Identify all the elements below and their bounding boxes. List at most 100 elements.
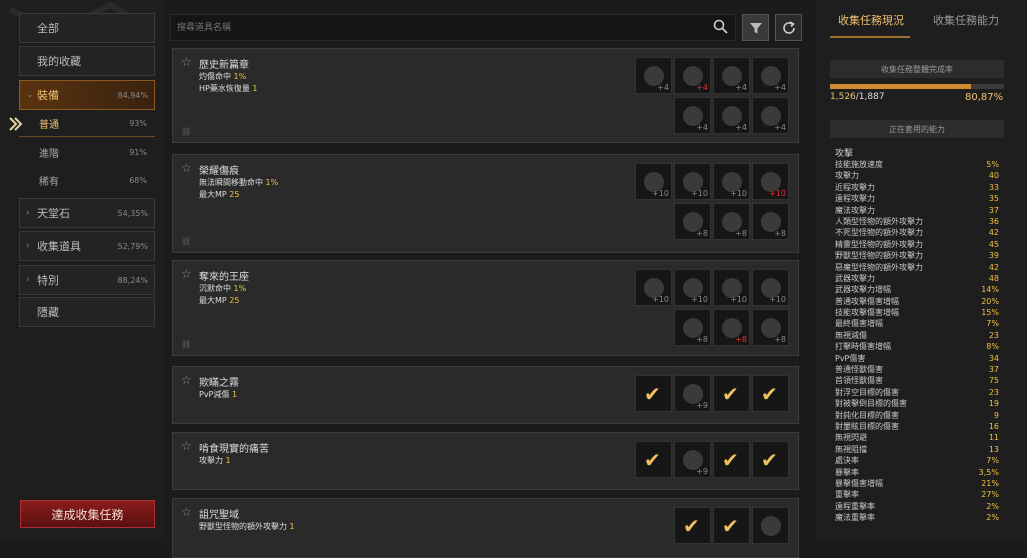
item-slot[interactable]: +4 [752,97,789,134]
item-slot[interactable]: +8 [713,203,750,240]
item-slot[interactable]: +4 [752,57,789,94]
favorite-star-icon[interactable]: ☆ [181,161,192,175]
enhance-level: +10 [769,189,786,198]
item-slot[interactable]: +10 [752,269,789,306]
card-title: 欺瞞之霧 [199,378,239,389]
search-input[interactable] [170,14,736,41]
item-slot[interactable] [752,507,789,544]
collected-slot[interactable]: ✔ [635,375,672,412]
category-collection-items[interactable]: › 收集道具 52,79% [19,231,155,261]
stat-row: 遠程重擊率 2% [835,501,999,512]
link-icon: ⛓ [181,340,192,349]
effect-name: 攻擊力 [199,456,223,465]
enhance-level: +8 [735,229,747,238]
effect-value: 1 [289,522,295,531]
category-heaven-stone[interactable]: › 天堂石 54,35% [19,198,155,228]
collection-card[interactable]: ☆ 啃食現實的痛苦 攻擊力 1 ✔ +9 ✔ ✔ [172,432,799,490]
item-slot[interactable]: +10 [674,269,711,306]
item-slot[interactable]: +10 [713,163,750,200]
stat-value: 39 [988,251,999,261]
stat-value: 11 [988,433,999,443]
favorite-star-icon[interactable]: ☆ [181,267,192,281]
category-equipment[interactable]: ⌄ 裝備 84,94% [19,80,155,110]
collection-card[interactable]: ☆ 欺瞞之霧 PvP減傷 1 ✔ +9 ✔ ✔ [172,366,799,424]
category-all[interactable]: 全部 [19,13,155,43]
category-label: 收集道具 [37,240,81,253]
stat-row: 對浮空目標的傷害 23 [835,387,999,398]
tab-collection-status[interactable]: 收集任務現況 [838,12,904,28]
stat-name: 技能攻擊傷害增幅 [835,308,899,318]
category-label: 天堂石 [37,207,70,220]
checkmark-icon: ✔ [761,448,778,472]
stat-value: 20% [981,296,999,306]
item-slot[interactable]: +4 [674,97,711,134]
item-slot[interactable]: +4 [635,57,672,94]
item-slot[interactable]: +8 [752,203,789,240]
category-special[interactable]: › 特別 88,24% [19,265,155,295]
filter-button[interactable] [742,14,769,41]
collected-slot[interactable]: ✔ [752,375,789,412]
item-slot[interactable]: +10 [635,163,672,200]
search-icon[interactable] [713,19,729,35]
collection-card[interactable]: ☆ 榮耀傷痕 無法瞬間移動命中 1% 最大MP 25 ⛓ +10 +10 +10 +10 +8 +8… [172,154,799,253]
item-slot[interactable]: +8 [674,309,711,346]
stat-name: 魔法攻擊力 [835,205,875,215]
progress-percent: 80,87% [965,92,1004,103]
item-slot[interactable]: +8 [752,309,789,346]
tab-collection-ability[interactable]: 收集任務能力 [933,12,999,28]
subcategory-rare[interactable]: 稀有 68% [19,167,155,193]
stat-name: 無視閃避 [835,433,867,443]
stat-row: 無視減傷 23 [835,330,999,341]
item-slot[interactable]: +9 [674,375,711,412]
collected-slot[interactable]: ✔ [674,507,711,544]
effect-name: 最大MP [199,296,227,305]
subcategory-advanced[interactable]: 進階 91% [19,139,155,165]
favorite-star-icon[interactable]: ☆ [181,55,192,69]
stat-row: 野獸型怪物的額外攻擊力 39 [835,250,999,261]
item-slot[interactable]: +10 [674,163,711,200]
overall-progress-bar [830,84,1004,89]
collection-card[interactable]: ☆ 奪來的王座 沉默命中 1% 最大MP 25 ⛓ +10 +10 +10 +10 +8 +8 +8 [172,260,799,356]
favorite-star-icon[interactable]: ☆ [181,373,192,387]
item-slot[interactable]: +8 [713,309,750,346]
complete-collection-button[interactable]: 達成收集任務 [20,500,155,528]
progress-count: 1,526/1,887 [830,92,885,102]
subcategory-normal[interactable]: 普通 93% [19,111,155,137]
stat-row: 武器攻擊力 48 [835,273,999,284]
collected-slot[interactable]: ✔ [713,441,750,478]
checkmark-icon: ✔ [722,514,739,538]
effect-value: 25 [229,296,240,305]
card-effect: 無法瞬間移動命中 1% [199,177,278,188]
item-slot[interactable]: +4 [713,97,750,134]
stat-value: 23 [988,387,999,397]
stat-row: PvP傷害 34 [835,353,999,364]
collected-slot[interactable]: ✔ [635,441,672,478]
card-effect: 沉默命中 1% [199,283,246,294]
enhance-level: +10 [769,295,786,304]
category-hidden[interactable]: 隱藏 [19,297,155,327]
stat-name: 暴擊傷害增幅 [835,478,883,488]
collection-card[interactable]: ☆ 詛咒聖域 野獸型怪物的額外攻擊力 1 ✔ ✔ [172,498,799,558]
item-slot[interactable]: +10 [752,163,789,200]
stat-name: 無視阻擋 [835,444,867,454]
item-slot[interactable]: +10 [635,269,672,306]
category-favorites[interactable]: 我的收藏 [19,46,155,76]
favorite-star-icon[interactable]: ☆ [181,505,192,519]
item-slot[interactable]: +4 [674,57,711,94]
stat-name: 普通攻擊傷害增幅 [835,296,899,306]
refresh-button[interactable] [775,14,802,41]
item-slot[interactable]: +10 [713,269,750,306]
collected-slot[interactable]: ✔ [752,441,789,478]
category-label: 全部 [37,22,59,35]
stat-row: 普通攻擊傷害增幅 20% [835,296,999,307]
stat-name: 對鈍化目標的傷害 [835,410,899,420]
favorite-star-icon[interactable]: ☆ [181,439,192,453]
item-slot[interactable]: +4 [713,57,750,94]
stat-value: 42 [988,228,999,238]
stat-name: 魔法重擊率 [835,513,875,523]
collected-slot[interactable]: ✔ [713,375,750,412]
item-slot[interactable]: +8 [674,203,711,240]
collection-card[interactable]: ☆ 歷史新篇章 灼傷命中 1% HP藥水恢復量 1 ⛓ +4 +4 +4 +4 +4 +4 +4 [172,48,799,143]
collected-slot[interactable]: ✔ [713,507,750,544]
item-slot[interactable]: +9 [674,441,711,478]
